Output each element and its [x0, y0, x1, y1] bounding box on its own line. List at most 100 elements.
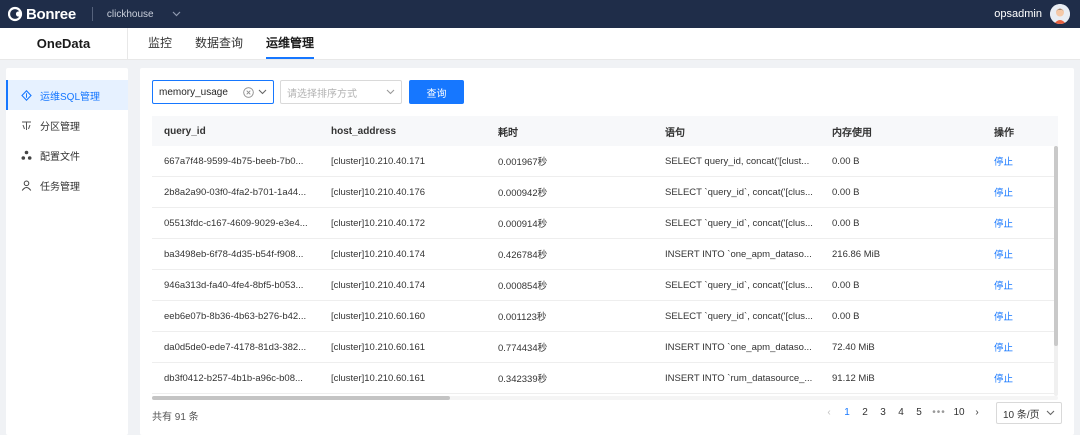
memory-usage-cell: 0.00 B: [832, 186, 860, 198]
total-count: 共有 91 条: [152, 412, 199, 423]
statement-cell: SELECT `query_id`, concat('[clus...: [665, 186, 813, 198]
page-button[interactable]: 2: [856, 403, 874, 423]
memory-usage-cell: 0.00 B: [832, 217, 860, 229]
user-name: opsadmin: [994, 8, 1042, 20]
sidebar-item-config[interactable]: 配置文件: [6, 140, 128, 170]
clear-icon[interactable]: [243, 86, 254, 98]
statement-cell: SELECT `query_id`, concat('[clus...: [665, 310, 813, 322]
statement-cell: INSERT INTO `one_apm_dataso...: [665, 248, 812, 260]
avatar: [1050, 4, 1070, 24]
horizontal-scrollbar[interactable]: [152, 396, 1058, 400]
table-row: 05513fdc-c167-4609-9029-e3e4... [cluster]…: [152, 208, 1058, 239]
sidebar-item-label: 任务管理: [40, 181, 80, 193]
host-address-cell: [cluster]10.210.40.172: [331, 217, 426, 229]
sub-header: OneData 监控 数据查询 运维管理: [0, 28, 1080, 60]
memory-usage-cell: 0.00 B: [832, 279, 860, 291]
statement-cell: SELECT `query_id`, concat('[clus...: [665, 279, 813, 291]
user-icon: [20, 179, 32, 191]
project-switcher[interactable]: clickhouse: [107, 9, 181, 20]
top-bar: Bonree clickhouse opsadmin: [0, 0, 1080, 28]
stop-button[interactable]: 停止: [994, 309, 1058, 323]
chevron-down-icon: [172, 11, 181, 17]
tab-monitor[interactable]: 监控: [148, 28, 172, 60]
memory-usage-cell: 91.12 MiB: [832, 372, 875, 384]
memory-usage-cell: 0.00 B: [832, 310, 860, 322]
host-address-cell: [cluster]10.210.60.160: [331, 310, 426, 322]
partition-icon: [20, 119, 32, 131]
vertical-scrollbar-thumb[interactable]: [1054, 146, 1058, 346]
statement-cell: INSERT INTO `rum_datasource_...: [665, 372, 813, 384]
main-nav-tabs: 监控 数据查询 运维管理: [148, 28, 337, 60]
column-header: 操作: [994, 127, 1014, 139]
column-header: 语句: [665, 127, 685, 139]
table-header: query_id host_address 耗时 语句 内存使用 操作: [152, 116, 1058, 146]
next-page-button[interactable]: ›: [968, 403, 986, 423]
tab-ops-management[interactable]: 运维管理: [266, 28, 315, 60]
brand-name: Bonree: [26, 5, 76, 23]
host-address-cell: [cluster]10.210.40.171: [331, 155, 426, 167]
query-id-cell: 946a313d-fa40-4fe4-8bf5-b053...: [164, 279, 304, 291]
stop-button[interactable]: 停止: [994, 154, 1058, 168]
sidebar-item-ops-sql[interactable]: 运维SQL管理: [6, 80, 128, 110]
page-button[interactable]: 4: [892, 403, 910, 423]
query-id-cell: db3f0412-b257-4b1b-a96c-b08...: [164, 372, 303, 384]
page-size-value: 10 条/页: [1003, 409, 1040, 421]
host-address-cell: [cluster]10.210.60.161: [331, 341, 426, 353]
host-address-cell: [cluster]10.210.40.174: [331, 279, 426, 291]
sidebar-item-partition[interactable]: 分区管理: [6, 110, 128, 140]
page-button[interactable]: 1: [838, 403, 856, 423]
query-id-cell: eeb6e07b-8b36-4b63-b276-b42...: [164, 310, 307, 322]
sidebar: 运维SQL管理 分区管理 配置文件 任务管理: [6, 68, 128, 435]
sort-select-placeholder: 请选择排序方式: [287, 88, 357, 100]
column-header: host_address: [331, 125, 397, 137]
sql-table: query_id host_address 耗时 语句 内存使用 操作 667a…: [152, 116, 1058, 394]
memory-usage-cell: 0.00 B: [832, 155, 860, 167]
host-address-cell: [cluster]10.210.40.176: [331, 186, 426, 198]
table-row: da0d5de0-ede7-4178-81d3-382... [cluster]1…: [152, 332, 1058, 363]
stop-button[interactable]: 停止: [994, 371, 1058, 385]
host-address-cell: [cluster]10.210.40.174: [331, 248, 426, 260]
statement-cell: SELECT `query_id`, concat('[clus...: [665, 217, 813, 229]
brand-logo[interactable]: Bonree: [0, 0, 76, 28]
sidebar-item-tasks[interactable]: 任务管理: [6, 170, 128, 200]
product-title: OneData: [0, 28, 128, 60]
tab-data-query[interactable]: 数据查询: [195, 28, 243, 60]
page-button[interactable]: 10: [950, 403, 968, 423]
statement-cell: SELECT query_id, concat('[clust...: [665, 155, 810, 167]
type-select-value: memory_usage: [159, 86, 228, 98]
table-row: 667a7f48-9599-4b75-beeb-7b0... [cluster]1…: [152, 146, 1058, 177]
project-name: clickhouse: [106, 8, 154, 20]
query-id-cell: 05513fdc-c167-4609-9029-e3e4...: [164, 217, 308, 229]
user-menu[interactable]: opsadmin: [994, 4, 1080, 24]
stop-button[interactable]: 停止: [994, 216, 1058, 230]
filter-bar: memory_usage 请选择排序方式 查询: [152, 80, 464, 104]
page-button[interactable]: 3: [874, 403, 892, 423]
table-row: 946a313d-fa40-4fe4-8bf5-b053... [cluster]…: [152, 270, 1058, 301]
page-size-select[interactable]: 10 条/页: [996, 402, 1062, 424]
sidebar-item-label: 分区管理: [40, 121, 80, 133]
duration-cell: 0.000942秒: [498, 188, 548, 199]
statement-cell: INSERT INTO `one_apm_dataso...: [665, 341, 812, 353]
query-id-cell: ba3498eb-6f78-4d35-b54f-f908...: [164, 248, 304, 260]
query-button[interactable]: 查询: [409, 80, 464, 104]
memory-usage-cell: 216.86 MiB: [832, 248, 881, 260]
stop-button[interactable]: 停止: [994, 340, 1058, 354]
bonree-logo-icon: [8, 6, 24, 22]
stop-button[interactable]: 停止: [994, 247, 1058, 261]
query-id-cell: da0d5de0-ede7-4178-81d3-382...: [164, 341, 307, 353]
duration-cell: 0.000914秒: [498, 219, 548, 230]
sort-select[interactable]: 请选择排序方式: [280, 80, 402, 104]
column-header: 耗时: [498, 127, 518, 139]
page-button[interactable]: 5: [910, 403, 928, 423]
stop-button[interactable]: 停止: [994, 278, 1058, 292]
prev-page-button[interactable]: ‹: [820, 403, 838, 423]
vertical-scrollbar[interactable]: [1054, 146, 1058, 396]
horizontal-scrollbar-thumb[interactable]: [152, 396, 450, 400]
stop-button[interactable]: 停止: [994, 185, 1058, 199]
page-ellipsis[interactable]: •••: [928, 403, 950, 423]
duration-cell: 0.342339秒: [498, 374, 548, 385]
query-id-cell: 667a7f48-9599-4b75-beeb-7b0...: [164, 155, 304, 167]
type-select[interactable]: memory_usage: [152, 80, 274, 104]
chevron-down-icon: [1046, 408, 1055, 419]
duration-cell: 0.001123秒: [498, 312, 547, 323]
